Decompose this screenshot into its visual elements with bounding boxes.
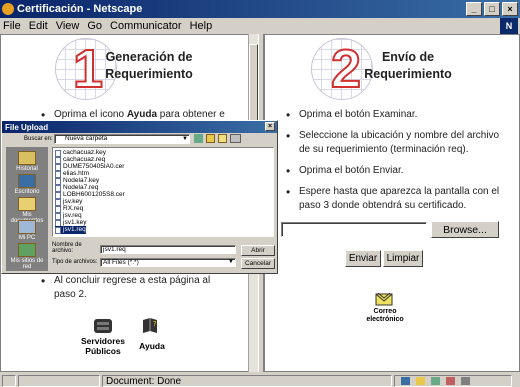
- chevron-down-icon: ▼: [228, 259, 234, 265]
- right-bullet-4: Espere hasta que aparezca la pantalla co…: [286, 185, 509, 213]
- composer-icon[interactable]: [446, 376, 455, 385]
- menu-bar: File Edit View Go Communicator Help N: [0, 18, 520, 34]
- window-title: Certificación - Netscape: [17, 3, 143, 15]
- new-folder-icon[interactable]: [218, 134, 227, 143]
- maximize-button[interactable]: □: [484, 2, 500, 16]
- look-in-label: Buscar en:: [24, 136, 53, 142]
- help-label[interactable]: Ayuda: [135, 341, 169, 351]
- cancel-button[interactable]: Cancelar: [241, 258, 275, 269]
- list-item-selected[interactable]: jsv1.req: [55, 226, 86, 234]
- places-bar: Historial Escritorio Mis documentos Mi P…: [6, 147, 48, 271]
- title-bar: Certificación - Netscape _ □ ×: [0, 0, 520, 18]
- step-number-2: 2: [330, 39, 362, 99]
- dialog-toolbar: [194, 134, 241, 143]
- send-button[interactable]: Enviar: [345, 250, 381, 267]
- menu-file[interactable]: File: [3, 20, 21, 32]
- security-lock-icon[interactable]: [2, 374, 16, 387]
- servers-icon[interactable]: [93, 317, 113, 335]
- right-frame: 2 Envío de Requerimiento Oprima el botón…: [264, 34, 520, 372]
- menu-view[interactable]: View: [56, 20, 80, 32]
- newsgroups-icon[interactable]: [431, 376, 440, 385]
- menu-go[interactable]: Go: [87, 20, 102, 32]
- open-button[interactable]: Abrir: [241, 245, 275, 256]
- close-button[interactable]: ×: [502, 2, 518, 16]
- dialog-title: File Upload: [5, 122, 49, 132]
- file-path-input[interactable]: [281, 222, 427, 237]
- envelope-icon[interactable]: [375, 292, 393, 306]
- dialog-title-bar: File Upload ×: [2, 121, 277, 133]
- left-heading: Generación de Requerimiento: [105, 50, 193, 81]
- svg-text:?: ?: [153, 320, 157, 328]
- place-network[interactable]: Mis sitios de red: [6, 243, 48, 270]
- back-icon[interactable]: [194, 134, 203, 143]
- email-label[interactable]: Correo electrónico: [359, 308, 411, 324]
- place-my-pc[interactable]: Mi PC: [6, 220, 48, 241]
- navigator-icon[interactable]: [401, 376, 410, 385]
- up-folder-icon[interactable]: [206, 134, 215, 143]
- status-bar: Document: Done: [0, 374, 520, 387]
- help-icon[interactable]: ?: [141, 317, 159, 335]
- place-desktop[interactable]: Escritorio: [6, 174, 48, 195]
- right-heading: Envío de Requerimiento: [364, 50, 452, 81]
- browse-button[interactable]: Browse...: [431, 221, 499, 238]
- netscape-logo-icon: N: [500, 18, 518, 34]
- status-text: Document: Done: [102, 374, 392, 387]
- filetype-label: Tipo de archivos:: [52, 259, 98, 265]
- menu-edit[interactable]: Edit: [29, 20, 48, 32]
- file-upload-dialog: File Upload × Buscar en: Nueva carpeta ▼…: [1, 120, 278, 274]
- look-in-select[interactable]: Nueva carpeta ▼: [54, 134, 190, 144]
- progress-bar: [18, 374, 100, 387]
- chevron-down-icon: ▼: [182, 136, 188, 142]
- component-bar: [394, 374, 512, 387]
- filename-label: Nombre de archivo:: [52, 242, 82, 254]
- right-bullet-3: Oprima el botón Enviar.: [286, 164, 509, 178]
- menu-help[interactable]: Help: [190, 20, 213, 32]
- filename-input[interactable]: jsv1.req: [100, 245, 236, 254]
- step-number-1: 1: [72, 39, 104, 99]
- menu-communicator[interactable]: Communicator: [110, 20, 182, 32]
- dialog-close-button[interactable]: ×: [265, 122, 275, 131]
- right-bullet-1: Oprima el botón Examinar.: [286, 108, 509, 122]
- right-bullet-2: Seleccione la ubicación y nombre del arc…: [286, 129, 509, 157]
- minimize-button[interactable]: _: [466, 2, 482, 16]
- servers-label[interactable]: Servidores Públicos: [77, 336, 129, 356]
- filetype-select[interactable]: All Files (*.*) ▼: [100, 258, 236, 267]
- tray-icon[interactable]: [461, 376, 470, 385]
- clear-button[interactable]: Limpiar: [383, 250, 423, 267]
- mail-icon[interactable]: [416, 376, 425, 385]
- view-menu-icon[interactable]: [230, 134, 241, 143]
- file-list[interactable]: cachacuaz.key cachacuaz.req DUME750405IA…: [52, 147, 274, 237]
- left-bullet-last: Al concluir regrese a esta página al pas…: [41, 274, 254, 302]
- netscape-icon: [2, 3, 14, 15]
- place-history[interactable]: Historial: [6, 151, 48, 172]
